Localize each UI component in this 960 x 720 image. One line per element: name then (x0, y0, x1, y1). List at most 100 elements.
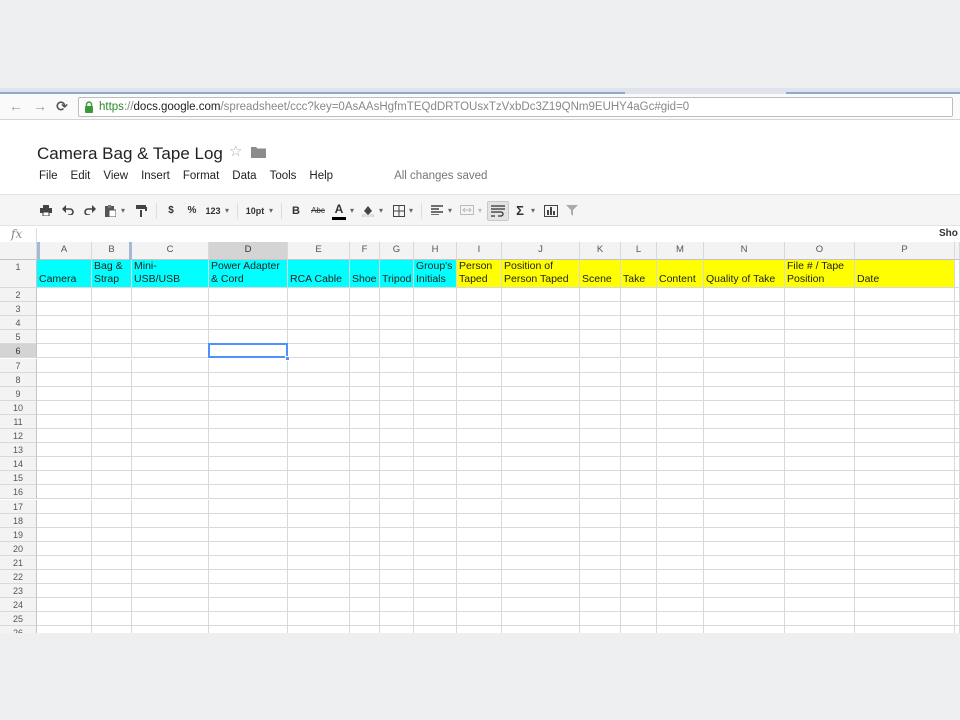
functions-dropdown-icon[interactable]: ▾ (529, 202, 537, 220)
grid-cell[interactable] (457, 471, 502, 486)
grid-cell[interactable] (457, 584, 502, 599)
grid-cell[interactable] (37, 316, 92, 331)
grid-cell[interactable] (457, 457, 502, 472)
grid-cell[interactable] (350, 584, 380, 599)
grid-cell[interactable] (414, 457, 457, 472)
grid-cell[interactable] (132, 429, 209, 444)
grid-cell[interactable] (502, 527, 580, 542)
paste-icon[interactable] (103, 202, 117, 220)
grid-cell[interactable] (580, 584, 621, 599)
column-header-h[interactable]: H (414, 242, 457, 260)
grid-cell[interactable] (621, 429, 657, 444)
grid-cell[interactable] (37, 288, 92, 303)
borders-dropdown-icon[interactable]: ▾ (407, 202, 415, 220)
grid-cell[interactable] (350, 541, 380, 556)
grid-cell[interactable] (414, 316, 457, 331)
grid-cell[interactable] (621, 400, 657, 415)
fill-color-icon[interactable] (361, 202, 375, 220)
grid-cell[interactable] (414, 555, 457, 570)
row-header[interactable]: 19 (0, 527, 37, 542)
grid-cell[interactable] (580, 527, 621, 542)
menu-insert[interactable]: Insert (141, 170, 170, 182)
grid-cell[interactable] (380, 499, 414, 514)
header-cell[interactable]: Quality of Take (704, 260, 785, 288)
grid-cell[interactable] (502, 372, 580, 387)
grid-cell[interactable] (657, 499, 704, 514)
grid-cell[interactable] (209, 626, 288, 633)
text-color-button[interactable]: A (332, 202, 346, 220)
grid-cell[interactable] (350, 499, 380, 514)
grid-cell[interactable] (621, 386, 657, 401)
grid-cell[interactable] (502, 598, 580, 613)
grid-cell[interactable] (855, 626, 955, 633)
grid-cell[interactable] (380, 541, 414, 556)
grid-cell[interactable] (580, 429, 621, 444)
grid-cell[interactable] (132, 584, 209, 599)
grid-cell[interactable] (414, 527, 457, 542)
grid-cell[interactable] (92, 316, 132, 331)
number-format-button[interactable]: 123 (203, 202, 223, 220)
grid-cell[interactable] (380, 372, 414, 387)
grid-cell[interactable] (380, 527, 414, 542)
grid-cell[interactable] (37, 372, 92, 387)
header-cell[interactable]: Mini- USB/USB (132, 260, 209, 288)
grid-cell[interactable] (288, 457, 350, 472)
grid-cell[interactable] (132, 471, 209, 486)
grid-cell[interactable] (657, 626, 704, 633)
grid-cell[interactable] (380, 429, 414, 444)
row-header[interactable]: 23 (0, 584, 37, 599)
grid-cell[interactable] (855, 485, 955, 500)
grid-cell[interactable] (414, 372, 457, 387)
grid-cell[interactable] (209, 541, 288, 556)
grid-cell[interactable] (580, 344, 621, 359)
grid-cell[interactable] (414, 513, 457, 528)
grid-cell[interactable] (657, 288, 704, 303)
grid-cell[interactable] (132, 414, 209, 429)
grid-cell[interactable] (580, 626, 621, 633)
grid-cell[interactable] (132, 344, 209, 359)
header-cell[interactable]: Scene (580, 260, 621, 288)
grid-cell[interactable] (132, 386, 209, 401)
grid-cell[interactable] (657, 316, 704, 331)
grid-cell[interactable] (502, 612, 580, 627)
grid-cell[interactable] (37, 499, 92, 514)
grid-cell[interactable] (785, 598, 855, 613)
grid-cell[interactable] (288, 499, 350, 514)
grid-cell[interactable] (209, 485, 288, 500)
grid-cell[interactable] (457, 513, 502, 528)
grid-cell[interactable] (380, 471, 414, 486)
header-cell[interactable]: Bag & Strap (92, 260, 132, 288)
grid-cell[interactable] (657, 612, 704, 627)
grid-cell[interactable] (580, 555, 621, 570)
grid-cell[interactable] (380, 485, 414, 500)
grid-cell[interactable] (657, 386, 704, 401)
grid-cell[interactable] (350, 358, 380, 373)
grid-cell[interactable] (350, 598, 380, 613)
filter-icon[interactable] (565, 202, 579, 220)
url-input[interactable]: https://docs.google.com/spreadsheet/ccc?… (78, 97, 953, 117)
grid-cell[interactable] (92, 457, 132, 472)
grid-cell[interactable] (457, 330, 502, 345)
column-header-b[interactable]: B (92, 242, 132, 260)
grid-cell[interactable] (785, 570, 855, 585)
grid-cell[interactable] (457, 443, 502, 458)
row-header[interactable]: 17 (0, 499, 37, 514)
grid-cell[interactable] (288, 386, 350, 401)
grid-cell[interactable] (855, 555, 955, 570)
show-button[interactable]: Sho (939, 228, 958, 239)
grid-cell[interactable] (457, 541, 502, 556)
grid-cell[interactable] (704, 555, 785, 570)
wrap-text-icon[interactable] (487, 201, 509, 221)
grid-cell[interactable] (704, 386, 785, 401)
grid-cell[interactable] (657, 513, 704, 528)
grid-cell[interactable] (92, 499, 132, 514)
grid-cell[interactable] (457, 626, 502, 633)
grid-cell[interactable] (414, 344, 457, 359)
grid-cell[interactable] (580, 288, 621, 303)
grid-cell[interactable] (350, 400, 380, 415)
grid-cell[interactable] (657, 414, 704, 429)
grid-cell[interactable] (414, 429, 457, 444)
grid-cell[interactable] (657, 471, 704, 486)
grid-cell[interactable] (380, 316, 414, 331)
grid-cell[interactable] (580, 330, 621, 345)
